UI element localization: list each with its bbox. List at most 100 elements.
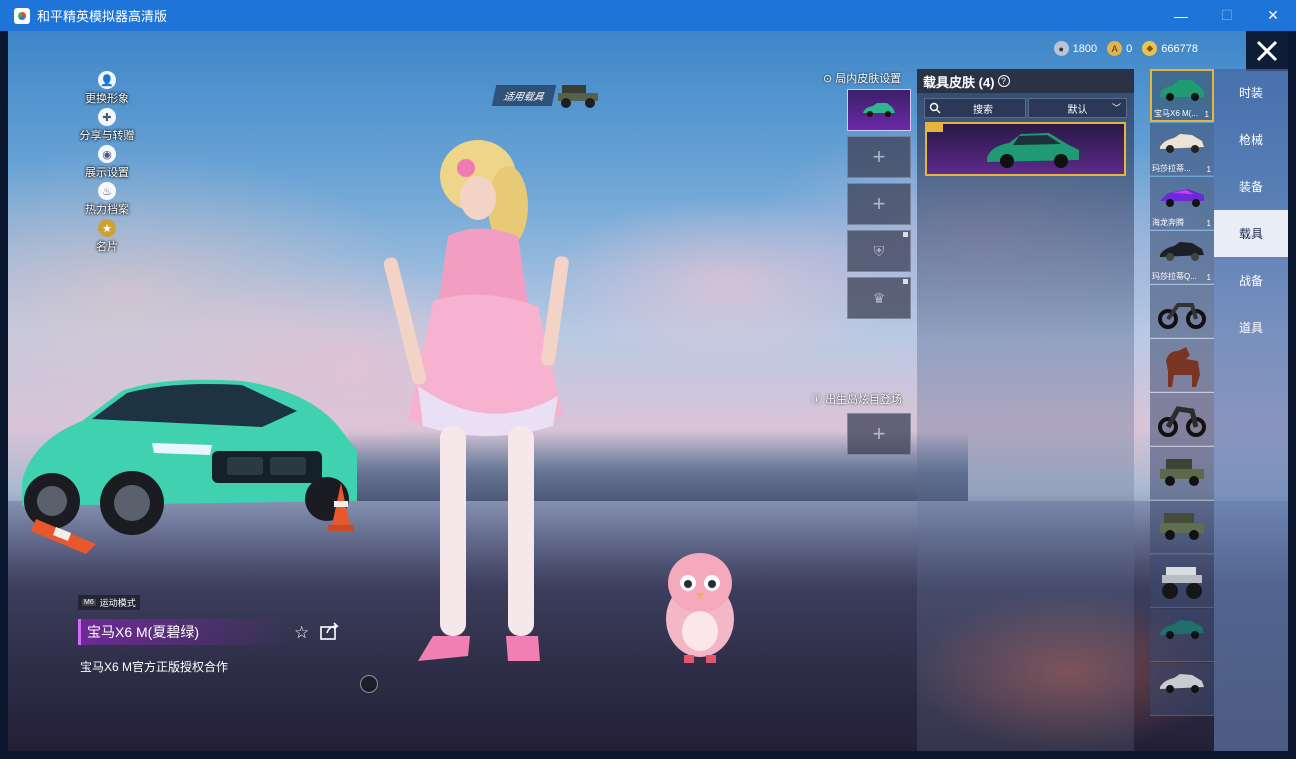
green-suv-icon [987, 133, 1079, 168]
skin-card-selected[interactable] [925, 122, 1126, 176]
vehicle-skin-header: 载具皮肤 (4) ? [917, 69, 1134, 93]
vehicle-count: 1 [1206, 219, 1211, 228]
search-input[interactable]: 搜索 [924, 98, 1026, 118]
traffic-cone-icon [31, 519, 96, 554]
motorcycle-sidecar-icon [1158, 406, 1206, 437]
badge-button[interactable]: ★ 名片 [72, 219, 142, 256]
window-border-bottom [0, 751, 1296, 759]
left-menu-label: 名片 [96, 241, 118, 253]
share-gift-button[interactable]: ✚ 分享与转赠 [72, 108, 142, 145]
vehicle-item[interactable] [1150, 609, 1214, 662]
traffic-cone-icon [328, 483, 354, 531]
mode-prefix: M6 [82, 599, 96, 606]
close-icon [1256, 40, 1278, 62]
window-close-button[interactable]: ✕ [1250, 0, 1296, 31]
hint-icon[interactable] [360, 675, 378, 693]
silver-coin-icon: ● [1053, 41, 1069, 56]
person-icon: 👤 [98, 71, 116, 89]
vehicle-name: 海龙奔腾 [1152, 218, 1184, 227]
search-icon [929, 102, 941, 114]
vehicle-item[interactable] [1150, 501, 1214, 554]
vehicle-item[interactable] [1150, 663, 1214, 716]
pet-mascot[interactable] [656, 539, 744, 669]
tab-items[interactable]: 道具 [1214, 304, 1288, 351]
purple-racer-icon [1160, 189, 1204, 207]
display-settings-button[interactable]: ◉ 展示设置 [72, 145, 142, 182]
tab-equipment[interactable]: 装备 [1214, 163, 1288, 210]
teal-sedan-icon [1160, 620, 1204, 639]
search-label: 搜索 [973, 104, 993, 116]
gold-coupon-icon: A [1107, 41, 1123, 56]
vehicle-item[interactable]: 宝马X6 M(... 1 [1150, 69, 1214, 122]
vehicle-item[interactable]: 玛莎拉蒂Q... 1 [1150, 231, 1214, 284]
applied-vehicle-label: 适用载具 [491, 84, 557, 106]
currency-coupon[interactable]: A 0 [1107, 41, 1132, 56]
left-menu: 👤 更换形象 ✚ 分享与转赠 ◉ 展示设置 ♨ 热力档案 ★ 名片 [72, 71, 142, 256]
vehicle-item[interactable] [1150, 393, 1214, 446]
army-jeep-icon [1160, 513, 1204, 540]
skin-slot-locked[interactable]: ⛨ [847, 230, 911, 272]
player-character[interactable] [378, 136, 598, 696]
sort-dropdown[interactable]: 默认 ﹀ [1028, 98, 1127, 118]
spawn-island-slot[interactable]: + [847, 413, 911, 455]
plus-icon: + [872, 191, 886, 216]
skin-description: 宝马X6 M官方正版授权合作 [80, 660, 229, 674]
vehicle-item[interactable] [1150, 447, 1214, 500]
currency-bar: ● 1800 A 0 ◆ 666778 [1053, 41, 1198, 56]
monster-truck-icon [1162, 567, 1202, 599]
sport-mode-badge[interactable]: M6 运动模式 [78, 595, 140, 610]
jeep-icon [1160, 459, 1204, 486]
currency-gold[interactable]: ◆ 666778 [1142, 41, 1198, 56]
vehicle-count: 1 [1206, 165, 1211, 174]
tab-combat-gear[interactable]: 战备 [1214, 257, 1288, 304]
flame-icon: ♨ [98, 182, 116, 200]
change-appearance-button[interactable]: 👤 更换形象 [72, 71, 142, 108]
vehicle-skin-title: 载具皮肤 (4) [923, 74, 995, 90]
vehicle-item[interactable] [1150, 555, 1214, 608]
applied-vehicle[interactable]: 适用载具 [491, 81, 600, 109]
jeep-icon [558, 85, 598, 108]
vehicle-name: 玛莎拉蒂... [1152, 164, 1191, 173]
equipped-tag-icon [927, 124, 943, 132]
close-button[interactable] [1246, 31, 1288, 71]
white-coupe-icon [1160, 134, 1204, 153]
heat-profile-button[interactable]: ♨ 热力档案 [72, 182, 142, 219]
category-column: 时装 枪械 装备 载具 战备 道具 [1214, 69, 1288, 751]
minimize-button[interactable]: — [1158, 0, 1204, 31]
motorcycle-icon [1158, 303, 1206, 329]
left-menu-label: 分享与转赠 [79, 130, 135, 142]
skin-slot-empty[interactable]: + [847, 136, 911, 178]
currency-value: 1800 [1072, 42, 1098, 55]
left-menu-label: 热力档案 [85, 204, 129, 216]
lock-icon [903, 232, 908, 237]
skin-slot-locked[interactable]: ♛ [847, 277, 911, 319]
vehicle-count: 1 [1206, 273, 1211, 282]
tab-weapons[interactable]: 枪械 [1214, 116, 1288, 163]
green-suv-icon [1160, 80, 1204, 101]
plus-icon: + [872, 421, 886, 446]
spawn-island-title: ⓘ 出生岛炫目登场 [811, 394, 903, 406]
tab-fashion[interactable]: 时装 [1214, 69, 1288, 116]
maximize-button[interactable]: ☐ [1204, 0, 1250, 31]
share-icon[interactable] [320, 622, 340, 640]
in-match-skin-title: ⊙ 局内皮肤设置 [823, 73, 902, 85]
vehicle-item[interactable] [1150, 285, 1214, 338]
skin-slot-empty[interactable]: + [847, 183, 911, 225]
badge-icon: ★ [98, 219, 116, 237]
left-menu-label: 展示设置 [85, 167, 129, 179]
vehicle-item[interactable]: 海龙奔腾 1 [1150, 177, 1214, 230]
vehicle-item[interactable]: 玛莎拉蒂... 1 [1150, 123, 1214, 176]
skin-slot-selected[interactable] [847, 89, 911, 131]
vehicle-item[interactable] [1150, 339, 1214, 392]
vehicle-count: 1 [1204, 110, 1209, 119]
favorite-star-icon[interactable]: ☆ [294, 623, 309, 643]
black-sedan-icon [1160, 242, 1204, 261]
currency-value: 0 [1126, 42, 1133, 55]
tab-vehicles[interactable]: 载具 [1214, 210, 1288, 257]
currency-silver[interactable]: ● 1800 [1053, 41, 1098, 56]
window-border-right [1288, 31, 1296, 751]
crown-slot-icon: ♛ [872, 289, 886, 306]
help-icon[interactable]: ? [997, 75, 1010, 87]
app-logo-icon [14, 7, 30, 24]
sort-label: 默认 [1067, 104, 1088, 116]
